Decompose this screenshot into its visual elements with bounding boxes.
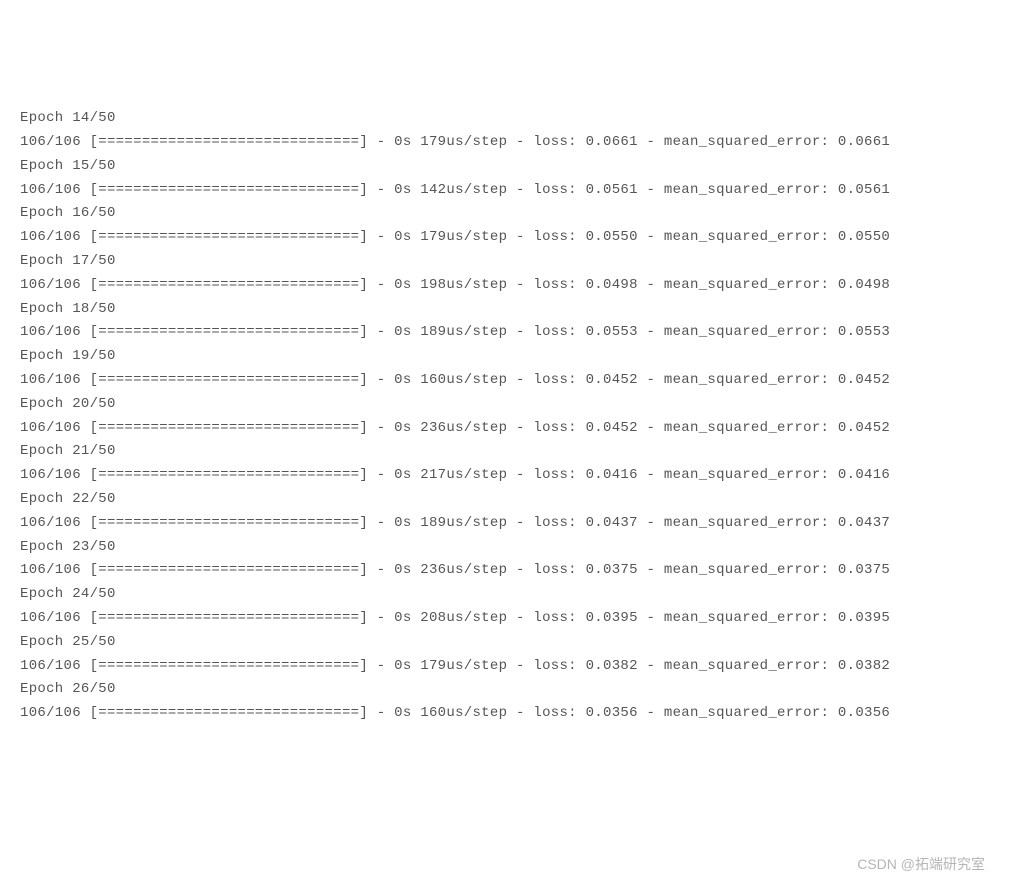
epoch-progress: 106/106 [==============================]… <box>20 512 989 536</box>
epoch-progress: 106/106 [==============================]… <box>20 417 989 441</box>
epoch-progress: 106/106 [==============================]… <box>20 274 989 298</box>
epoch-header: Epoch 25/50 <box>20 631 989 655</box>
epoch-progress: 106/106 [==============================]… <box>20 559 989 583</box>
watermark: CSDN @拓端研究室 <box>857 853 985 877</box>
epoch-progress: 106/106 [==============================]… <box>20 464 989 488</box>
epoch-progress: 106/106 [==============================]… <box>20 131 989 155</box>
epoch-header: Epoch 14/50 <box>20 107 989 131</box>
epoch-header: Epoch 16/50 <box>20 202 989 226</box>
epoch-progress: 106/106 [==============================]… <box>20 655 989 679</box>
epoch-header: Epoch 18/50 <box>20 298 989 322</box>
epoch-header: Epoch 17/50 <box>20 250 989 274</box>
epoch-header: Epoch 20/50 <box>20 393 989 417</box>
epoch-progress: 106/106 [==============================]… <box>20 321 989 345</box>
epoch-header: Epoch 15/50 <box>20 155 989 179</box>
training-log: Epoch 14/50106/106 [====================… <box>20 107 989 726</box>
epoch-header: Epoch 26/50 <box>20 678 989 702</box>
epoch-progress: 106/106 [==============================]… <box>20 369 989 393</box>
epoch-progress: 106/106 [==============================]… <box>20 179 989 203</box>
epoch-progress: 106/106 [==============================]… <box>20 702 989 726</box>
epoch-header: Epoch 22/50 <box>20 488 989 512</box>
epoch-header: Epoch 19/50 <box>20 345 989 369</box>
epoch-progress: 106/106 [==============================]… <box>20 226 989 250</box>
epoch-header: Epoch 24/50 <box>20 583 989 607</box>
epoch-progress: 106/106 [==============================]… <box>20 607 989 631</box>
epoch-header: Epoch 23/50 <box>20 536 989 560</box>
epoch-header: Epoch 21/50 <box>20 440 989 464</box>
